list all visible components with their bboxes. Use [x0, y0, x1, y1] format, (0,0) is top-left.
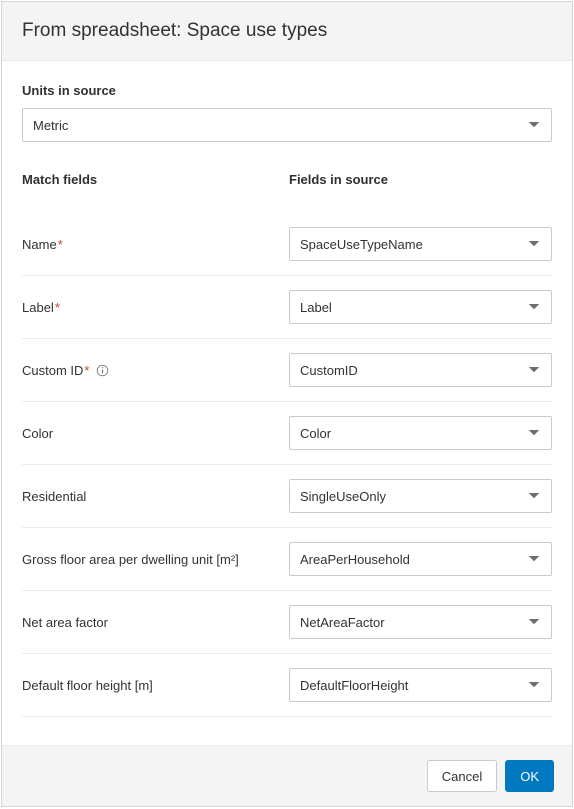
field-row: Custom ID* CustomID	[22, 339, 552, 402]
info-icon[interactable]	[95, 363, 109, 377]
field-select-value: SpaceUseTypeName	[300, 237, 423, 252]
field-select-value: Color	[300, 426, 331, 441]
chevron-down-icon	[527, 615, 541, 629]
field-select[interactable]: AreaPerHousehold	[289, 542, 552, 576]
field-label: Net area factor	[22, 615, 289, 630]
field-label-text: Custom ID	[22, 363, 83, 378]
field-select-value: CustomID	[300, 363, 358, 378]
dialog-footer: Cancel OK	[2, 745, 572, 806]
chevron-down-icon	[527, 489, 541, 503]
ok-button[interactable]: OK	[505, 760, 554, 792]
field-select-value: Label	[300, 300, 332, 315]
field-select[interactable]: NetAreaFactor	[289, 605, 552, 639]
chevron-down-icon	[527, 552, 541, 566]
field-select-value: SingleUseOnly	[300, 489, 386, 504]
field-label: Residential	[22, 489, 289, 504]
dialog-title: From spreadsheet: Space use types	[22, 20, 552, 42]
field-select[interactable]: CustomID	[289, 353, 552, 387]
field-label: Default floor height [m]	[22, 678, 289, 693]
units-select-value: Metric	[33, 118, 68, 133]
field-label: Color	[22, 426, 289, 441]
required-indicator: *	[84, 363, 89, 378]
units-label: Units in source	[22, 83, 552, 98]
chevron-down-icon	[527, 300, 541, 314]
field-select-wrap: CustomID	[289, 353, 552, 387]
fields-grid: Match fields Fields in source Name*Space…	[22, 172, 552, 717]
cancel-button[interactable]: Cancel	[427, 760, 497, 792]
field-label-text: Label	[22, 300, 54, 315]
field-select-value: NetAreaFactor	[300, 615, 385, 630]
field-row: Gross floor area per dwelling unit [m²] A…	[22, 528, 552, 591]
field-label-text: Gross floor area per dwelling unit [m²]	[22, 552, 239, 567]
field-label-text: Residential	[22, 489, 86, 504]
field-select-wrap: DefaultFloorHeight	[289, 668, 552, 702]
field-row: Net area factor NetAreaFactor	[22, 591, 552, 654]
fields-in-source-header: Fields in source	[289, 172, 552, 187]
grid-header: Match fields Fields in source	[22, 172, 552, 197]
field-label-text: Net area factor	[22, 615, 108, 630]
units-section: Units in source Metric	[22, 83, 552, 142]
field-row: Name* SpaceUseTypeName	[22, 213, 552, 276]
dialog-content: Units in source Metric Match fields Fiel…	[2, 61, 572, 745]
field-label-text: Name	[22, 237, 57, 252]
chevron-down-icon	[527, 118, 541, 132]
chevron-down-icon	[527, 426, 541, 440]
field-row: Default floor height [m] DefaultFloorHeig…	[22, 654, 552, 717]
dialog: From spreadsheet: Space use types Units …	[1, 1, 573, 807]
dialog-header: From spreadsheet: Space use types	[2, 2, 572, 61]
field-select-wrap: NetAreaFactor	[289, 605, 552, 639]
required-indicator: *	[55, 300, 60, 315]
field-label: Name*	[22, 237, 289, 252]
field-select-wrap: Label	[289, 290, 552, 324]
field-select-value: DefaultFloorHeight	[300, 678, 408, 693]
field-select-wrap: Color	[289, 416, 552, 450]
field-select[interactable]: SingleUseOnly	[289, 479, 552, 513]
field-select-wrap: AreaPerHousehold	[289, 542, 552, 576]
field-select-value: AreaPerHousehold	[300, 552, 410, 567]
chevron-down-icon	[527, 678, 541, 692]
field-select-wrap: SpaceUseTypeName	[289, 227, 552, 261]
field-select[interactable]: Label	[289, 290, 552, 324]
field-select[interactable]: DefaultFloorHeight	[289, 668, 552, 702]
units-select[interactable]: Metric	[22, 108, 552, 142]
field-label-text: Default floor height [m]	[22, 678, 153, 693]
field-row: Color Color	[22, 402, 552, 465]
field-select[interactable]: SpaceUseTypeName	[289, 227, 552, 261]
field-row: Residential SingleUseOnly	[22, 465, 552, 528]
field-label: Custom ID*	[22, 363, 289, 378]
match-fields-header: Match fields	[22, 172, 289, 187]
field-row: Label*Label	[22, 276, 552, 339]
chevron-down-icon	[527, 363, 541, 377]
field-label: Label*	[22, 300, 289, 315]
field-select-wrap: SingleUseOnly	[289, 479, 552, 513]
field-label: Gross floor area per dwelling unit [m²]	[22, 552, 289, 567]
field-select[interactable]: Color	[289, 416, 552, 450]
chevron-down-icon	[527, 237, 541, 251]
field-label-text: Color	[22, 426, 53, 441]
required-indicator: *	[58, 237, 63, 252]
